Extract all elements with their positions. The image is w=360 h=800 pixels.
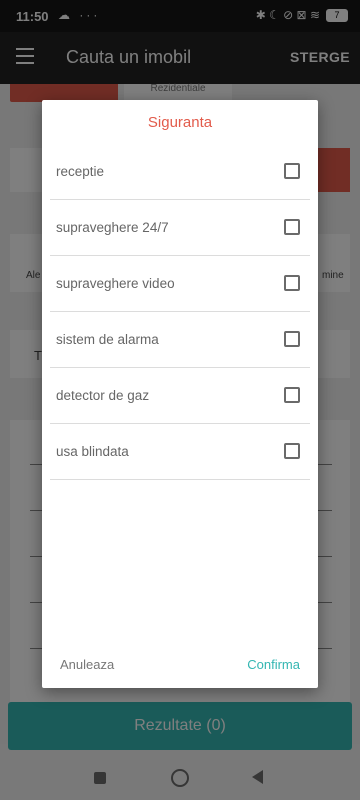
- cancel-button[interactable]: Anuleaza: [60, 657, 114, 672]
- confirm-button[interactable]: Confirma: [247, 657, 300, 672]
- option-supraveghere-24-7[interactable]: supraveghere 24/7: [50, 200, 310, 256]
- option-supraveghere-video[interactable]: supraveghere video: [50, 256, 310, 312]
- checkbox[interactable]: [284, 331, 300, 347]
- checkbox[interactable]: [284, 443, 300, 459]
- option-list: receptie supraveghere 24/7 supraveghere …: [50, 144, 310, 480]
- option-receptie[interactable]: receptie: [50, 144, 310, 200]
- checkbox[interactable]: [284, 275, 300, 291]
- option-label: supraveghere video: [56, 276, 175, 291]
- checkbox[interactable]: [284, 163, 300, 179]
- dialog-title: Siguranta: [147, 114, 213, 131]
- option-usa-blindata[interactable]: usa blindata: [50, 424, 310, 480]
- checkbox[interactable]: [284, 387, 300, 403]
- option-label: receptie: [56, 164, 105, 179]
- option-label: usa blindata: [56, 444, 129, 459]
- safety-dialog: Siguranta receptie supraveghere 24/7 sup…: [42, 100, 318, 688]
- checkbox[interactable]: [284, 219, 300, 235]
- option-sistem-de-alarma[interactable]: sistem de alarma: [50, 312, 310, 368]
- option-label: supraveghere 24/7: [56, 220, 169, 235]
- option-detector-de-gaz[interactable]: detector de gaz: [50, 368, 310, 424]
- option-label: sistem de alarma: [56, 332, 159, 347]
- option-label: detector de gaz: [56, 388, 150, 403]
